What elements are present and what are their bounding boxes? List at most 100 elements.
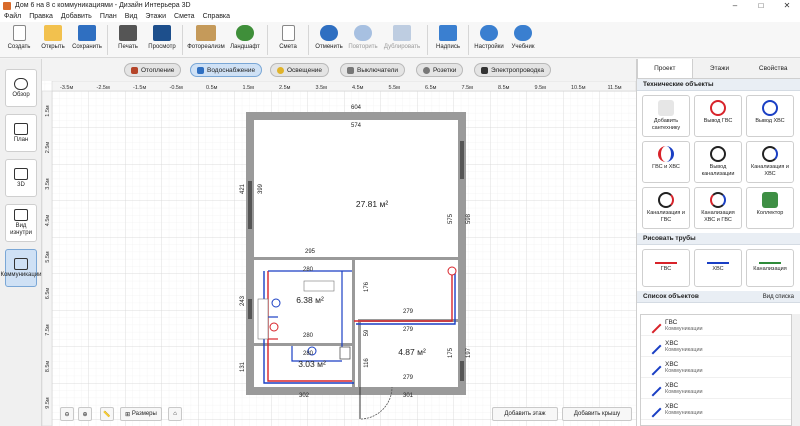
tab-floors[interactable]: Этажи [693,59,747,78]
tech-objects-grid: Добавить сантехнику Вывод ГВС Вывод ХВС … [637,91,800,233]
open-button[interactable]: Открыть [36,22,70,56]
view-plan-button[interactable]: План [5,114,37,152]
collector-icon[interactable] [339,346,351,360]
photoreal-button[interactable]: Фотореализм [186,22,226,56]
object-list-scrollbar[interactable] [792,314,800,426]
list-item[interactable]: ХВС Коммуникации [641,378,791,399]
list-item[interactable]: ХВС Коммуникации [641,399,791,420]
window-controls: – □ ✕ [722,1,800,10]
add-floor-button[interactable]: Добавить этаж [492,407,558,421]
menu-estimate[interactable]: Смета [174,13,195,20]
view-3d-button[interactable]: 3D [5,159,37,197]
dim-label: 280 [303,351,314,357]
hot-pipe-icon [655,254,677,264]
ruler-tool-button[interactable]: 📏 [100,407,114,421]
tab-properties[interactable]: Свойства [746,59,800,78]
hot-outlet-icon[interactable] [269,322,279,332]
list-item[interactable]: ГВС Коммуникации [641,315,791,336]
window-left[interactable] [248,181,252,229]
save-button[interactable]: Сохранить [70,22,104,56]
interior-wall-horizontal[interactable] [254,257,458,260]
close-icon[interactable]: ✕ [774,1,800,10]
draw-hot-pipe-card[interactable]: ГВС [642,249,690,287]
duplicate-button[interactable]: Дублировать [380,22,424,56]
add-roof-button[interactable]: Добавить крышу [562,407,632,421]
ruler-label: 7.5м [462,85,474,91]
undo-button[interactable]: Отменить [312,22,346,56]
view-inside-button[interactable]: Вид изнутри [5,204,37,242]
sink-fixture[interactable] [303,280,335,292]
cold-pipe-icon [707,254,729,264]
menu-file[interactable]: Файл [4,13,21,20]
landscape-button[interactable]: Ландшафт [226,22,264,56]
create-button[interactable]: Создать [2,22,36,56]
interior-wall-vertical-1[interactable] [352,260,355,387]
list-item[interactable]: ХВС Коммуникации [641,336,791,357]
bathtub-fixture[interactable] [257,298,269,340]
plumbing-icon [658,100,674,116]
window-title: Дом 6 на 8 с коммуникациями - Дизайн Инт… [15,2,191,9]
tutorial-button[interactable]: Учебник [506,22,540,56]
redo-button[interactable]: Повторить [346,22,380,56]
sizes-button[interactable]: ⊞ Размеры [120,407,162,421]
ruler-label: 5.5м [389,85,401,91]
collector-card[interactable]: Коллектор [746,187,794,229]
draw-sewer-pipe-card[interactable]: Канализация [746,249,794,287]
menu-view[interactable]: Вид [125,13,138,20]
print-button[interactable]: Печать [111,22,145,56]
object-list[interactable]: ГВС Коммуникации ХВС Коммуникации ХВС Комму… [640,314,792,426]
plan-canvas[interactable]: -3.5м -2.5м -1.5м -0.5м 0.5м 1.5м 2.5м 3.5м 4.5м… [42,81,636,426]
ruler-label: 5.5м [45,251,51,263]
zoom-in-button[interactable]: ⊕ [78,407,92,421]
list-item[interactable]: ХВС Коммуникации [641,357,791,378]
sewer-hot-card[interactable]: Канализация и ГВС [642,187,690,229]
interior-wall-horizontal-3[interactable] [254,343,352,346]
tab-lighting[interactable]: Освещение [270,63,330,77]
tab-water[interactable]: Водоснабжение [190,63,263,77]
plan-drawing[interactable]: -3.5м -2.5м -1.5м -0.5м 0.5м 1.5м 2.5м 3.5м 4.5м… [42,81,636,426]
hot-outlet-icon[interactable] [447,266,457,276]
add-plumbing-card[interactable]: Добавить сантехнику [642,95,690,137]
grid-icon: ⊞ [125,411,132,418]
home-button[interactable]: ⌂ [168,407,182,421]
minimize-icon[interactable]: – [722,1,748,10]
interior-wall-vertical-2[interactable] [358,322,361,387]
window-right-small[interactable] [460,361,464,381]
cold-outlet-icon[interactable] [271,298,281,308]
sewer-cold-card[interactable]: Канализация и ХВС [746,141,794,183]
sewer-outlet-card[interactable]: Вывод канализации [694,141,742,183]
sewer-cold-hot-card[interactable]: Канализация ХВС и ГВС [694,187,742,229]
ruler-label: 4.5м [45,215,51,227]
menu-edit[interactable]: Правка [29,13,53,20]
window-right[interactable] [460,141,464,179]
undo-icon [320,25,338,41]
list-view-toggle[interactable]: Вид списка [763,294,794,300]
menu-floors[interactable]: Этажи [145,13,166,20]
draw-pipes-header: Рисовать трубы [637,233,800,245]
tab-sockets[interactable]: Розетки [416,63,464,77]
estimate-button[interactable]: Смета [271,22,305,56]
cold-water-outlet-card[interactable]: Вывод ХВС [746,95,794,137]
menu-plan[interactable]: План [100,13,117,20]
hot-cold-card[interactable]: ГВС и ХВС [642,141,690,183]
dim-label: 175 [448,347,454,358]
tab-heating[interactable]: Отопление [124,63,182,77]
caption-button[interactable]: Надпись [431,22,465,56]
settings-button[interactable]: Настройки [472,22,506,56]
tab-project[interactable]: Проект [637,59,693,78]
preview-button[interactable]: Просмотр [145,22,179,56]
draw-cold-pipe-card[interactable]: ХВС [694,249,742,287]
tab-switches[interactable]: Выключатели [340,63,406,77]
area-label: 6.38 м² [296,295,324,305]
maximize-icon[interactable]: □ [748,1,774,10]
view-communications-button[interactable]: Коммуникации [0,249,42,287]
menu-add[interactable]: Добавить [61,13,92,20]
menu-help[interactable]: Справка [203,13,230,20]
tab-electric-wiring[interactable]: Электропроводка [474,63,551,77]
window-left-bath[interactable] [248,299,252,319]
view-overview-button[interactable]: Обзор [5,69,37,107]
area-label: 4.87 м² [398,347,426,357]
hot-water-outlet-card[interactable]: Вывод ГВС [694,95,742,137]
cold-pipe-icon [644,379,662,397]
zoom-out-button[interactable]: ⊖ [60,407,74,421]
